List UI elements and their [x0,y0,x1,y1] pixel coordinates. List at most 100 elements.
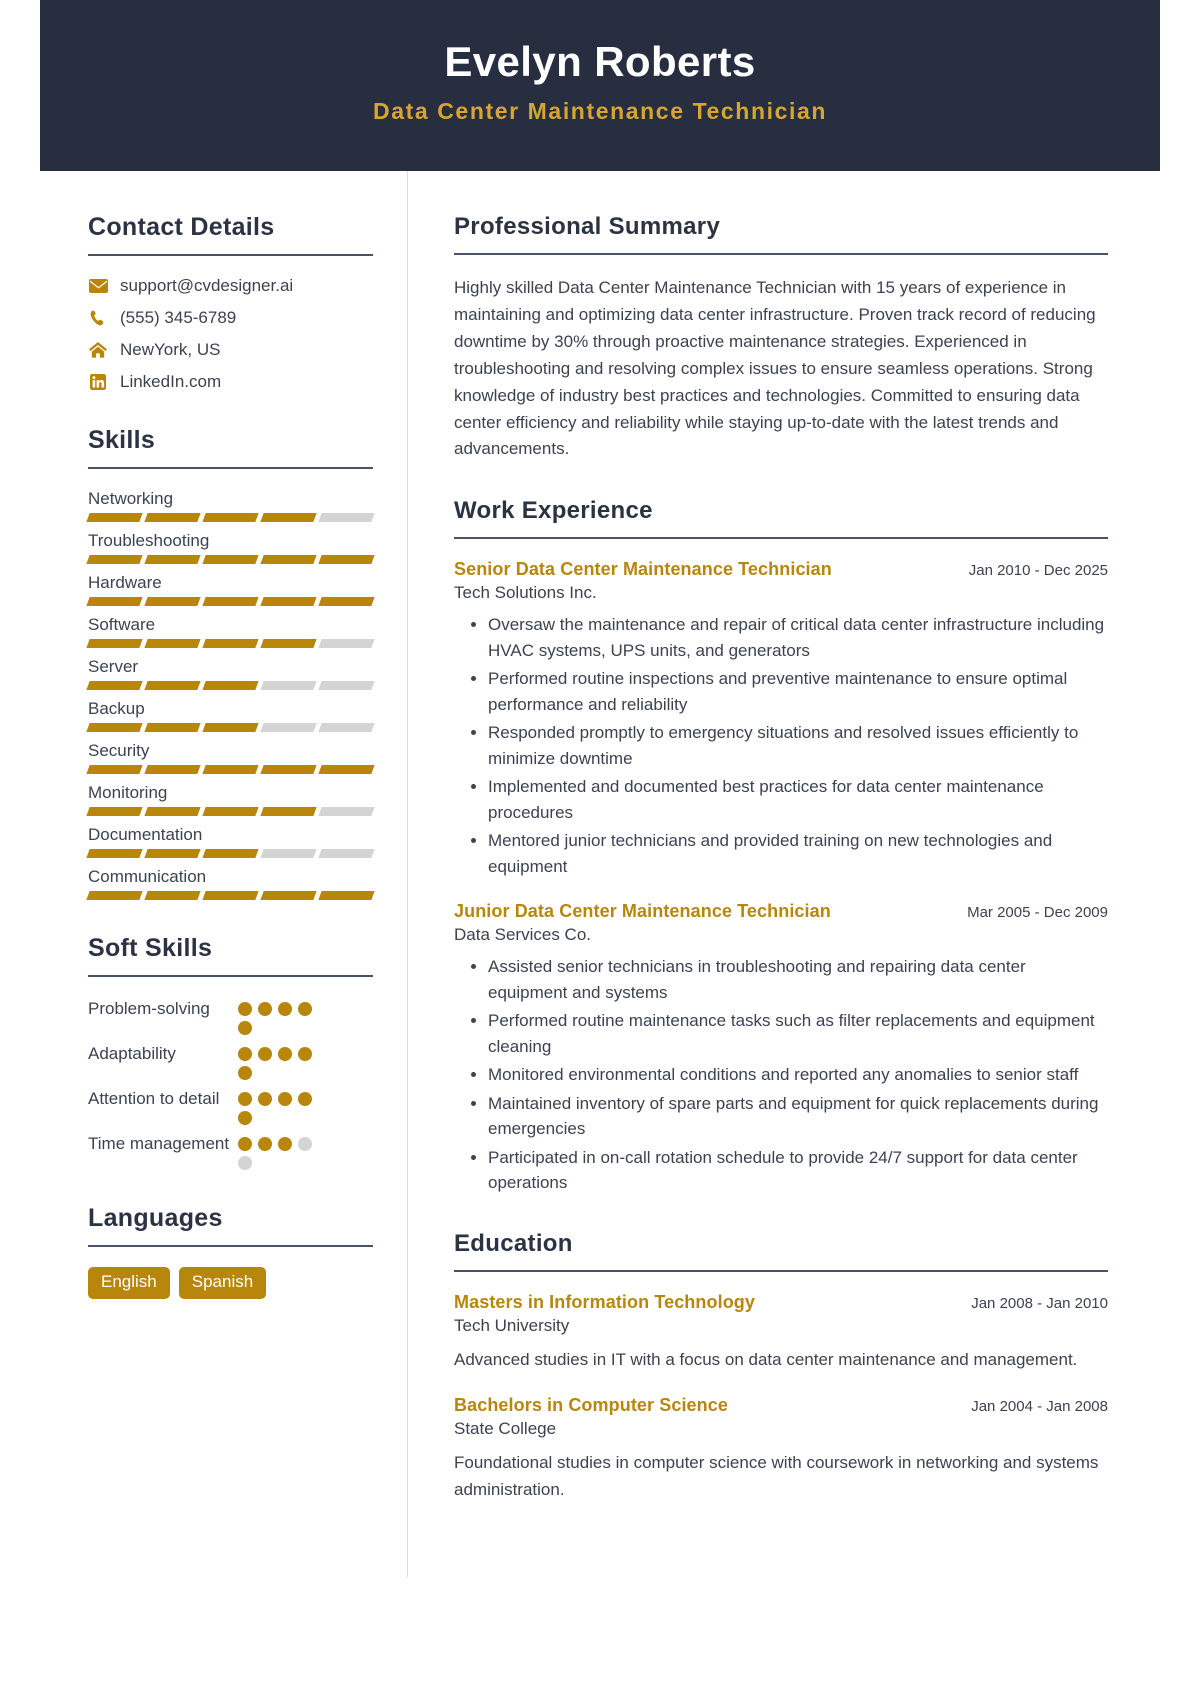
skill-row: Security [86,741,375,775]
soft-skill-row: Attention to detail [88,1087,373,1126]
linkedin-icon [88,374,108,391]
skill-bar-segment [260,555,317,565]
skill-row: Troubleshooting [86,531,375,565]
contact-row[interactable]: (555) 345-6789 [88,308,373,328]
entry-bullet: Mentored junior technicians and provided… [488,828,1108,879]
language-badge: Spanish [178,1267,267,1300]
soft-skill-row: Time management [88,1132,373,1171]
section-contact-details: Contact Details support@cvdesigner.ai (55… [88,213,373,392]
entry-bullet: Implemented and documented best practice… [488,774,1108,825]
rating-dot [238,1156,252,1171]
entry-date-range: Jan 2004 - Jan 2008 [971,1398,1108,1416]
entry-date-range: Jan 2010 - Dec 2025 [968,562,1108,580]
rating-dot [238,1111,252,1126]
skill-level-bar [86,807,375,817]
skill-row: Hardware [86,573,375,607]
entry-header: Masters in Information Technology Jan 200… [454,1292,1108,1313]
candidate-job-title: Data Center Maintenance Technician [372,98,828,125]
rating-dot [258,1002,272,1017]
skill-bar-segment [318,639,375,649]
rating-dot [258,1137,272,1152]
rating-dot [238,1002,252,1017]
rating-dot [298,1137,312,1152]
section-work-experience: Work Experience Senior Data Center Maint… [454,497,1108,1196]
skill-row: Communication [86,867,375,901]
entry-institution: Tech University [454,1315,570,1335]
education-heading: Education [454,1229,573,1257]
skill-name: Communication [88,867,207,887]
languages-list: English Spanish [88,1267,373,1300]
skill-bar-segment [86,849,143,859]
entry-bullet: Performed routine maintenance tasks such… [488,1008,1108,1059]
entry-title: Bachelors in Computer Science [454,1395,728,1416]
skill-bar-segment [318,849,375,859]
soft-skill-rating [238,1087,320,1126]
contact-row[interactable]: support@cvdesigner.ai [88,276,373,296]
education-entry: Bachelors in Computer Science Jan 2004 - … [454,1395,1108,1503]
education-entry: Masters in Information Technology Jan 200… [454,1292,1108,1374]
soft-skills-heading: Soft Skills [88,934,213,963]
rating-dot [238,1047,252,1062]
contact-row[interactable]: NewYork, US [88,340,373,360]
skill-bar-segment [144,765,201,775]
skill-name: Documentation [88,825,203,845]
education-divider [454,1269,1108,1272]
work-divider [454,537,1108,540]
skill-bar-segment [202,597,259,607]
skill-bar-segment [86,639,143,649]
skill-bar-segment [202,639,259,649]
skill-bar-segment [144,555,201,565]
skill-bar-segment [260,639,317,649]
skills-list: Networking Troubleshooting Hardware Softwar… [86,489,375,901]
entry-header: Bachelors in Computer Science Jan 2004 - … [454,1395,1108,1416]
skill-level-bar [86,597,375,607]
entry-bullet: Performed routine inspections and preven… [488,666,1108,717]
contact-list: support@cvdesigner.ai (555) 345-6789 NewYo… [88,276,373,392]
skill-level-bar [86,849,375,859]
skill-name: Software [88,615,156,635]
skill-bar-segment [144,597,201,607]
soft-skill-name: Time management [88,1134,230,1154]
skill-name: Monitoring [88,783,168,803]
skill-bar-segment [260,765,317,775]
skill-bar-segment [202,807,259,817]
skill-bar-segment [144,681,201,691]
rating-dot [298,1002,312,1017]
soft-skill-rating [238,1042,320,1081]
soft-skill-rating [238,997,320,1036]
skill-name: Hardware [88,573,162,593]
skill-bar-segment [318,891,375,901]
rating-dot [238,1137,252,1152]
contact-value: LinkedIn.com [120,372,222,392]
skill-row: Backup [86,699,375,733]
contact-row[interactable]: LinkedIn.com [88,372,373,392]
entry-description: Advanced studies in IT with a focus on d… [454,1349,1078,1369]
work-entry: Senior Data Center Maintenance Technicia… [454,559,1108,879]
language-badge: English [88,1267,170,1300]
languages-divider [88,1245,373,1248]
skill-bar-segment [86,597,143,607]
skill-name: Server [88,657,139,677]
skill-bar-segment [202,723,259,733]
skill-bar-segment [144,723,201,733]
skill-bar-segment [260,681,317,691]
skill-bar-segment [202,513,259,523]
section-education: Education Masters in Information Technol… [454,1230,1108,1504]
summary-divider [454,253,1108,256]
soft-skills-divider [88,975,373,978]
skill-bar-segment [86,807,143,817]
entry-date-range: Mar 2005 - Dec 2009 [967,904,1108,922]
contact-value: (555) 345-6789 [120,308,237,328]
summary-text: Highly skilled Data Center Maintenance T… [454,278,1096,459]
entry-date-range: Jan 2008 - Jan 2010 [971,1294,1108,1312]
skill-row: Server [86,657,375,691]
skill-level-bar [86,513,375,523]
entry-description: Foundational studies in computer science… [454,1453,1099,1499]
entry-title: Junior Data Center Maintenance Technicia… [454,901,831,922]
entry-title: Senior Data Center Maintenance Technicia… [454,559,832,580]
skill-bar-segment [86,891,143,901]
skill-bar-segment [260,891,317,901]
skill-bar-segment [202,555,259,565]
entry-bullet-list: Assisted senior technicians in troublesh… [454,954,1108,1196]
skill-level-bar [86,891,375,901]
